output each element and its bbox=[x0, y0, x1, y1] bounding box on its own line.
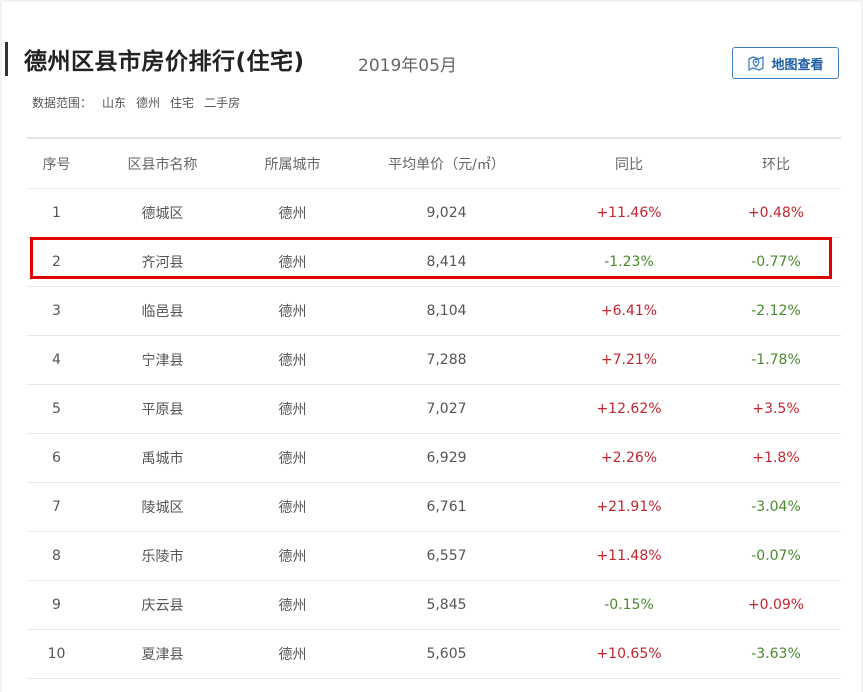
table-row[interactable]: 3 临邑县 德州 8,104 +6.41% -2.12% bbox=[27, 286, 841, 336]
scope-tag-city: 德州 bbox=[136, 96, 161, 110]
data-scope: 数据范围： 山东 德州 住宅 二手房 bbox=[32, 94, 240, 111]
cell-mom-change: +1.8% bbox=[711, 433, 841, 483]
cell-avg-price: 7,027 bbox=[346, 384, 547, 434]
cell-yoy-change: +10.65% bbox=[547, 629, 711, 679]
cell-district-name[interactable]: 德城区 bbox=[86, 188, 239, 238]
map-pin-icon bbox=[747, 54, 765, 72]
ranking-table-wrapper: 序号 区县市名称 所属城市 平均单价（元/㎡） 同比 环比 1 德城区 德州 9,02… bbox=[27, 137, 841, 679]
cell-yoy-change: +21.91% bbox=[547, 482, 711, 532]
cell-city: 德州 bbox=[239, 384, 346, 434]
cell-avg-price: 7,288 bbox=[346, 335, 547, 385]
cell-rank: 9 bbox=[27, 580, 86, 630]
cell-rank: 3 bbox=[27, 286, 86, 336]
ranking-card: 德州区县市房价排行(住宅) 2019年05月 地图查看 数据范围： 山东 德州 住宅二… bbox=[2, 2, 861, 692]
cell-rank: 8 bbox=[27, 531, 86, 581]
cell-rank: 10 bbox=[27, 629, 86, 679]
page-title: 德州区县市房价排行(住宅) bbox=[24, 49, 305, 75]
cell-avg-price: 6,761 bbox=[346, 482, 547, 532]
cell-avg-price: 6,557 bbox=[346, 531, 547, 581]
table-row[interactable]: 2 齐河县 德州 8,414 -1.23% -0.77% bbox=[27, 237, 841, 287]
cell-district-name[interactable]: 平原县 bbox=[86, 384, 239, 434]
cell-city: 德州 bbox=[239, 629, 346, 679]
cell-yoy-change: -1.23% bbox=[547, 237, 711, 287]
table-row[interactable]: 9 庆云县 德州 5,845 -0.15% +0.09% bbox=[27, 580, 841, 630]
cell-yoy-change: +6.41% bbox=[547, 286, 711, 336]
cell-avg-price: 6,929 bbox=[346, 433, 547, 483]
cell-city: 德州 bbox=[239, 286, 346, 336]
cell-city: 德州 bbox=[239, 580, 346, 630]
table-row[interactable]: 8 乐陵市 德州 6,557 +11.48% -0.07% bbox=[27, 531, 841, 581]
title-accent-bar bbox=[5, 42, 8, 76]
cell-yoy-change: +11.48% bbox=[547, 531, 711, 581]
cell-district-name[interactable]: 宁津县 bbox=[86, 335, 239, 385]
cell-avg-price: 8,104 bbox=[346, 286, 547, 336]
cell-rank: 7 bbox=[27, 482, 86, 532]
cell-district-name[interactable]: 夏津县 bbox=[86, 629, 239, 679]
cell-rank: 1 bbox=[27, 188, 86, 238]
column-header-name: 区县市名称 bbox=[86, 138, 239, 189]
cell-rank: 6 bbox=[27, 433, 86, 483]
column-header-yoy: 同比 bbox=[547, 138, 711, 189]
cell-city: 德州 bbox=[239, 482, 346, 532]
cell-yoy-change: +7.21% bbox=[547, 335, 711, 385]
period-label: 2019年05月 bbox=[358, 56, 457, 76]
map-view-button-label: 地图查看 bbox=[771, 57, 824, 73]
table-row[interactable]: 4 宁津县 德州 7,288 +7.21% -1.78% bbox=[27, 335, 841, 385]
cell-city: 德州 bbox=[239, 188, 346, 238]
cell-avg-price: 8,414 bbox=[346, 237, 547, 287]
cell-mom-change: +3.5% bbox=[711, 384, 841, 434]
column-header-city: 所属城市 bbox=[239, 138, 346, 189]
cell-district-name[interactable]: 齐河县 bbox=[86, 237, 239, 287]
cell-yoy-change: +11.46% bbox=[547, 188, 711, 238]
cell-mom-change: -0.77% bbox=[711, 237, 841, 287]
cell-rank: 4 bbox=[27, 335, 86, 385]
cell-yoy-change: +2.26% bbox=[547, 433, 711, 483]
column-header-price: 平均单价（元/㎡） bbox=[346, 138, 547, 189]
cell-rank: 5 bbox=[27, 384, 86, 434]
cell-avg-price: 9,024 bbox=[346, 188, 547, 238]
table-row[interactable]: 1 德城区 德州 9,024 +11.46% +0.48% bbox=[27, 188, 841, 238]
cell-city: 德州 bbox=[239, 433, 346, 483]
cell-rank: 2 bbox=[27, 237, 86, 287]
cell-yoy-change: +12.62% bbox=[547, 384, 711, 434]
scope-tag-property-type: 住宅 bbox=[170, 96, 195, 110]
ranking-table: 序号 区县市名称 所属城市 平均单价（元/㎡） 同比 环比 1 德城区 德州 9,02… bbox=[27, 137, 841, 679]
cell-district-name[interactable]: 禹城市 bbox=[86, 433, 239, 483]
table-header-row: 序号 区县市名称 所属城市 平均单价（元/㎡） 同比 环比 bbox=[27, 138, 841, 189]
cell-mom-change: +0.48% bbox=[711, 188, 841, 238]
cell-mom-change: -3.04% bbox=[711, 482, 841, 532]
cell-city: 德州 bbox=[239, 335, 346, 385]
table-row[interactable]: 5 平原县 德州 7,027 +12.62% +3.5% bbox=[27, 384, 841, 434]
table-row[interactable]: 6 禹城市 德州 6,929 +2.26% +1.8% bbox=[27, 433, 841, 483]
scope-tag-market: 二手房 bbox=[204, 96, 241, 110]
cell-mom-change: +0.09% bbox=[711, 580, 841, 630]
cell-mom-change: -1.78% bbox=[711, 335, 841, 385]
cell-mom-change: -0.07% bbox=[711, 531, 841, 581]
cell-avg-price: 5,845 bbox=[346, 580, 547, 630]
cell-district-name[interactable]: 庆云县 bbox=[86, 580, 239, 630]
cell-yoy-change: -0.15% bbox=[547, 580, 711, 630]
cell-district-name[interactable]: 陵城区 bbox=[86, 482, 239, 532]
cell-mom-change: -2.12% bbox=[711, 286, 841, 336]
cell-city: 德州 bbox=[239, 237, 346, 287]
scope-label: 数据范围： bbox=[32, 96, 93, 110]
cell-mom-change: -3.63% bbox=[711, 629, 841, 679]
column-header-rank: 序号 bbox=[27, 138, 86, 189]
cell-avg-price: 5,605 bbox=[346, 629, 547, 679]
table-row[interactable]: 7 陵城区 德州 6,761 +21.91% -3.04% bbox=[27, 482, 841, 532]
column-header-mom: 环比 bbox=[711, 138, 841, 189]
cell-district-name[interactable]: 乐陵市 bbox=[86, 531, 239, 581]
map-view-button[interactable]: 地图查看 bbox=[732, 47, 839, 79]
scope-tag-province: 山东 bbox=[102, 96, 127, 110]
cell-city: 德州 bbox=[239, 531, 346, 581]
table-row[interactable]: 10 夏津县 德州 5,605 +10.65% -3.63% bbox=[27, 629, 841, 679]
cell-district-name[interactable]: 临邑县 bbox=[86, 286, 239, 336]
